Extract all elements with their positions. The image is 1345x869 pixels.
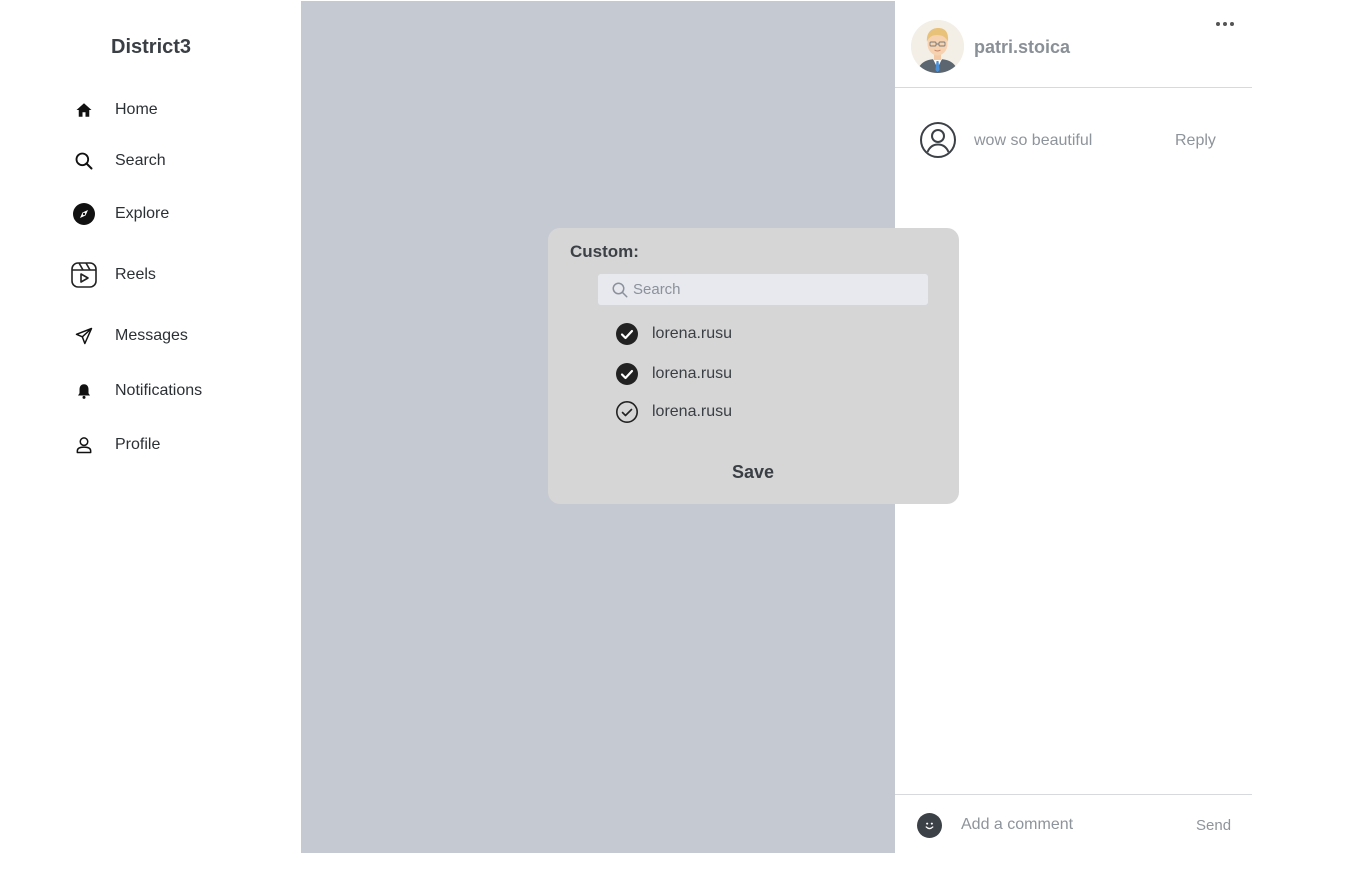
user-option-name: lorena.rusu <box>652 365 733 382</box>
sidebar-item-notifications[interactable]: Notifications <box>70 376 202 406</box>
sidebar-item-reels[interactable]: Reels <box>70 260 156 290</box>
send-button[interactable]: Send <box>1196 817 1231 834</box>
sidebar-item-label: Search <box>115 152 166 169</box>
search-icon <box>70 147 98 175</box>
user-option-name: lorena.rusu <box>652 325 733 342</box>
comment-composer: Send <box>895 794 1252 853</box>
sidebar: District3 Home Search Explore Reels Mess… <box>0 0 300 869</box>
more-icon <box>1216 22 1234 26</box>
sidebar-item-profile[interactable]: Profile <box>70 430 160 460</box>
sidebar-item-messages[interactable]: Messages <box>70 321 188 351</box>
avatar-illustration <box>911 20 964 73</box>
sidebar-item-explore[interactable]: Explore <box>70 199 169 229</box>
send-icon <box>70 322 98 350</box>
sidebar-item-search[interactable]: Search <box>70 146 166 176</box>
bell-icon <box>70 377 98 405</box>
user-option-row[interactable]: lorena.rusu <box>615 361 732 387</box>
sidebar-item-label: Explore <box>115 205 170 222</box>
user-option-name: lorena.rusu <box>652 403 733 420</box>
more-options-button[interactable] <box>1213 14 1237 34</box>
user-icon <box>70 431 98 459</box>
sidebar-item-home[interactable]: Home <box>70 95 158 125</box>
custom-audience-modal: Custom: lorena.rusu lorena.rusu lorena.r… <box>548 228 959 504</box>
brand-logo[interactable]: District3 <box>111 36 191 59</box>
comment-item: wow so beautiful Reply <box>919 121 1239 161</box>
checked-circle-icon[interactable] <box>615 322 639 346</box>
modal-title: Custom: <box>570 242 639 261</box>
sidebar-item-label: Messages <box>115 327 188 344</box>
user-option-row[interactable]: lorena.rusu <box>615 321 732 347</box>
save-button[interactable]: Save <box>708 458 798 486</box>
emoji-icon[interactable] <box>917 813 942 838</box>
comment-input[interactable] <box>961 812 1161 838</box>
compass-icon <box>70 200 98 228</box>
search-input[interactable] <box>633 278 918 301</box>
search-icon <box>611 281 629 299</box>
sidebar-item-label: Profile <box>115 436 161 453</box>
sidebar-item-label: Home <box>115 101 158 118</box>
checked-circle-icon[interactable] <box>615 362 639 386</box>
user-avatar-icon <box>919 121 957 159</box>
sidebar-item-label: Notifications <box>115 382 203 399</box>
home-icon <box>70 96 98 124</box>
reply-button[interactable]: Reply <box>1175 132 1216 150</box>
unchecked-circle-icon[interactable] <box>615 400 639 424</box>
sidebar-item-label: Reels <box>115 266 156 283</box>
modal-search[interactable] <box>598 274 928 305</box>
user-option-row[interactable]: lorena.rusu <box>615 399 732 425</box>
post-header: patri.stoica <box>895 0 1252 88</box>
avatar[interactable] <box>911 20 964 73</box>
post-username[interactable]: patri.stoica <box>974 37 1070 58</box>
reels-icon <box>70 261 98 289</box>
comment-text: wow so beautiful <box>974 132 1093 149</box>
